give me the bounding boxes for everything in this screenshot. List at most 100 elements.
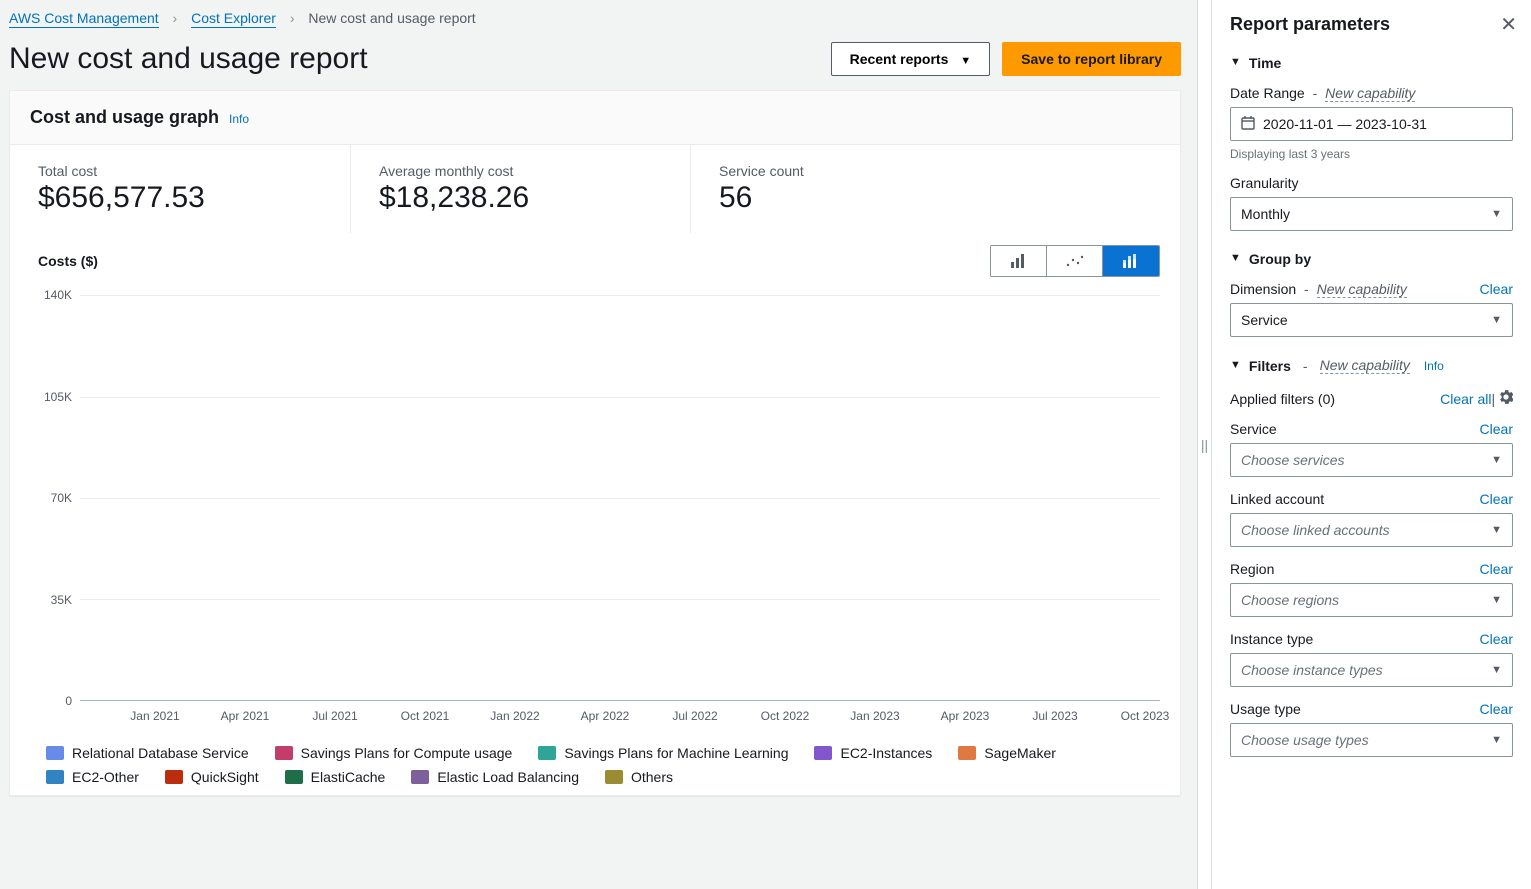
legend-swatch <box>46 746 64 760</box>
applied-filters-count: Applied filters (0) <box>1230 391 1335 407</box>
bar-chart-icon[interactable] <box>991 246 1047 276</box>
y-tick: 140K <box>44 288 72 302</box>
save-button[interactable]: Save to report library <box>1002 42 1181 76</box>
stat-service-count: Service count 56 <box>690 145 832 233</box>
legend-label: Savings Plans for Compute usage <box>301 745 513 761</box>
legend-item[interactable]: Savings Plans for Machine Learning <box>538 745 788 761</box>
legend-swatch <box>411 770 429 784</box>
filter-placeholder: Choose services <box>1241 452 1345 468</box>
calendar-icon <box>1241 116 1255 133</box>
info-link[interactable]: Info <box>1424 359 1444 373</box>
legend-item[interactable]: Others <box>605 769 673 785</box>
breadcrumb-root[interactable]: AWS Cost Management <box>9 10 159 28</box>
chevron-right-icon: › <box>173 10 178 26</box>
dimension-value: Service <box>1241 312 1288 328</box>
filter-select[interactable]: Choose services ▼ <box>1230 443 1513 477</box>
caret-down-icon: ▼ <box>1491 454 1502 466</box>
legend-item[interactable]: EC2-Instances <box>814 745 932 761</box>
granularity-select[interactable]: Monthly ▼ <box>1230 197 1513 231</box>
stat-total: Total cost $656,577.53 <box>10 145 350 233</box>
legend-item[interactable]: QuickSight <box>165 769 259 785</box>
card-title: Cost and usage graph <box>30 107 219 128</box>
legend-swatch <box>165 770 183 784</box>
caret-down-icon: ▼ <box>1491 594 1502 606</box>
x-tick: Jan 2022 <box>490 709 539 723</box>
gear-icon[interactable] <box>1499 391 1513 407</box>
triangle-down-icon: ▼ <box>1230 56 1241 68</box>
legend-item[interactable]: Savings Plans for Compute usage <box>275 745 513 761</box>
new-capability-badge[interactable]: New capability <box>1317 281 1407 298</box>
chart-legend: Relational Database Service Savings Plans… <box>20 745 1160 785</box>
legend-item[interactable]: ElastiCache <box>285 769 386 785</box>
new-capability-badge[interactable]: New capability <box>1320 357 1410 374</box>
clear-filter-button[interactable]: Clear <box>1480 701 1513 717</box>
y-tick: 35K <box>51 593 72 607</box>
clear-dimension-button[interactable]: Clear <box>1480 281 1513 297</box>
section-label: Group by <box>1249 251 1311 267</box>
page-title: New cost and usage report <box>9 42 368 76</box>
granularity-value: Monthly <box>1241 206 1290 222</box>
section-filters[interactable]: ▼ Filters - New capability Info <box>1230 357 1513 374</box>
legend-swatch <box>275 746 293 760</box>
caret-down-icon: ▼ <box>1491 734 1502 746</box>
stacked-bar-icon[interactable] <box>1103 246 1159 276</box>
clear-filter-button[interactable]: Clear <box>1480 421 1513 437</box>
x-tick: Apr 2023 <box>941 709 990 723</box>
filter-select[interactable]: Choose usage types ▼ <box>1230 723 1513 757</box>
new-capability-badge[interactable]: New capability <box>1325 85 1415 102</box>
section-group-by[interactable]: ▼ Group by <box>1230 251 1513 267</box>
stat-value: $18,238.26 <box>379 181 662 215</box>
date-range-help: Displaying last 3 years <box>1230 147 1513 161</box>
filter-select[interactable]: Choose linked accounts▼ <box>1230 513 1513 547</box>
stat-average: Average monthly cost $18,238.26 <box>350 145 690 233</box>
caret-down-icon: ▼ <box>1491 664 1502 676</box>
clear-all-button[interactable]: Clear all <box>1440 391 1491 407</box>
stat-value: $656,577.53 <box>38 181 322 215</box>
clear-filter-button[interactable]: Clear <box>1480 631 1513 647</box>
filter-select[interactable]: Choose regions▼ <box>1230 583 1513 617</box>
x-tick: Oct 2022 <box>761 709 810 723</box>
legend-label: Elastic Load Balancing <box>437 769 579 785</box>
y-tick: 70K <box>51 491 72 505</box>
panel-resizer[interactable]: || <box>1197 0 1211 889</box>
filter-placeholder: Choose usage types <box>1241 732 1369 748</box>
info-link[interactable]: Info <box>229 112 249 126</box>
section-label: Time <box>1249 55 1281 71</box>
legend-label: EC2-Other <box>72 769 139 785</box>
recent-reports-button[interactable]: Recent reports ▼ <box>831 42 991 76</box>
legend-swatch <box>46 770 64 784</box>
x-tick: Apr 2021 <box>221 709 270 723</box>
x-tick: Apr 2022 <box>581 709 630 723</box>
cost-usage-card: Cost and usage graph Info Total cost $65… <box>9 90 1181 796</box>
filter-label: Service <box>1230 421 1277 437</box>
close-icon[interactable]: ✕ <box>1500 12 1517 37</box>
legend-item[interactable]: SageMaker <box>958 745 1056 761</box>
filter-label: Instance type <box>1230 631 1313 647</box>
legend-swatch <box>538 746 556 760</box>
legend-item[interactable]: Relational Database Service <box>46 745 249 761</box>
triangle-down-icon: ▼ <box>1230 252 1241 264</box>
caret-down-icon: ▼ <box>1491 208 1502 220</box>
breadcrumb: AWS Cost Management › Cost Explorer › Ne… <box>9 0 1181 32</box>
clear-filter-button[interactable]: Clear <box>1480 491 1513 507</box>
legend-label: Relational Database Service <box>72 745 249 761</box>
section-time[interactable]: ▼ Time <box>1230 55 1513 71</box>
granularity-label: Granularity <box>1230 175 1513 191</box>
legend-label: Savings Plans for Machine Learning <box>564 745 788 761</box>
legend-item[interactable]: Elastic Load Balancing <box>411 769 579 785</box>
clear-filter-button[interactable]: Clear <box>1480 561 1513 577</box>
breadcrumb-current: New cost and usage report <box>308 10 475 26</box>
breadcrumb-mid[interactable]: Cost Explorer <box>191 10 276 28</box>
report-parameters-panel: Report parameters ✕ ▼ Time Date Range - … <box>1211 0 1531 889</box>
legend-item[interactable]: EC2-Other <box>46 769 139 785</box>
stat-label: Average monthly cost <box>379 163 662 179</box>
legend-label: SageMaker <box>984 745 1056 761</box>
line-chart-icon[interactable] <box>1047 246 1103 276</box>
filter-select[interactable]: Choose instance types ▼ <box>1230 653 1513 687</box>
date-range-picker[interactable]: 2020-11-01 — 2023-10-31 <box>1230 107 1513 141</box>
filter-label: Region <box>1230 561 1274 577</box>
filter-placeholder: Choose linked accounts <box>1241 522 1390 538</box>
dimension-select[interactable]: Service ▼ <box>1230 303 1513 337</box>
caret-down-icon: ▼ <box>1491 314 1502 326</box>
filter-placeholder: Choose instance types <box>1241 662 1383 678</box>
